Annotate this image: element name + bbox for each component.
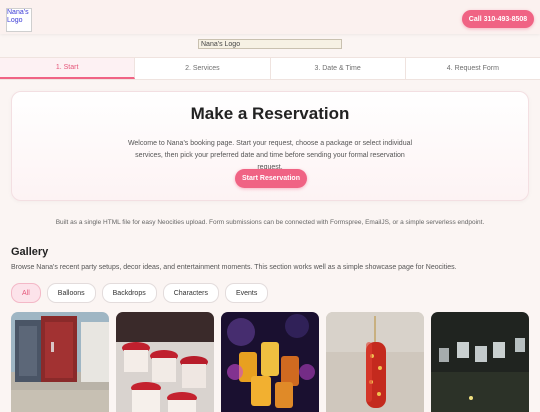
header-logo[interactable]: Nana's Logo bbox=[6, 8, 32, 32]
tab-services[interactable]: 2. Services bbox=[135, 58, 271, 79]
page-title: Make a Reservation bbox=[190, 104, 350, 123]
gallery-filters: All Balloons Backdrops Characters Events bbox=[11, 283, 269, 303]
filter-backdrops[interactable]: Backdrops bbox=[101, 283, 157, 303]
call-button[interactable]: Call 310-493-8508 bbox=[462, 10, 534, 28]
filter-characters[interactable]: Characters bbox=[162, 283, 219, 303]
dessert-cups-photo[interactable] bbox=[116, 312, 214, 412]
tab-date-time[interactable]: 3. Date & Time bbox=[271, 58, 406, 79]
gallery-title: Gallery bbox=[11, 246, 49, 258]
portable-restroom-photo[interactable] bbox=[11, 312, 109, 412]
filter-events[interactable]: Events bbox=[224, 283, 269, 303]
gallery-description: Browse Nana's recent party setups, decor… bbox=[11, 264, 457, 271]
tab-request-form[interactable]: 4. Request Form bbox=[406, 58, 540, 79]
site-header: Nana's Logo Call 310-493-8508 bbox=[0, 0, 540, 34]
tab-start[interactable]: 1. Start bbox=[0, 58, 136, 79]
start-reservation-button[interactable]: Start Reservation bbox=[235, 169, 307, 188]
hero-card: Make a Reservation Welcome to Nana's boo… bbox=[11, 91, 529, 201]
cocktail-drinks-photo[interactable] bbox=[221, 312, 319, 412]
filter-all[interactable]: All bbox=[11, 283, 41, 303]
main-logo: Nana's Logo bbox=[198, 39, 342, 49]
info-note: Built as a single HTML file for easy Neo… bbox=[55, 219, 485, 226]
shot-glasses-photo[interactable] bbox=[431, 312, 529, 412]
corn-dog-snack-photo[interactable] bbox=[326, 312, 424, 412]
filter-balloons[interactable]: Balloons bbox=[46, 283, 96, 303]
step-tabs: 1. Start 2. Services 3. Date & Time 4. R… bbox=[0, 57, 540, 80]
gallery-grid bbox=[11, 312, 529, 412]
